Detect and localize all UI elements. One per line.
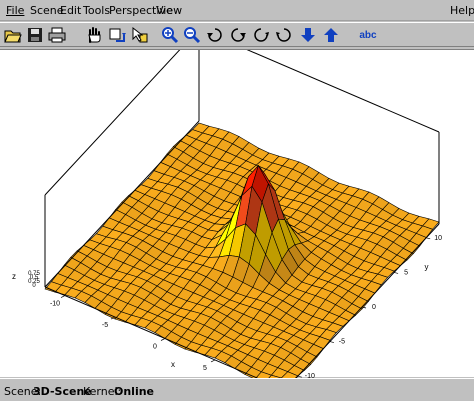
menu-tools[interactable]: Tools: [83, 4, 110, 17]
x-tick-label: 5: [203, 365, 207, 372]
rotate-scene-button[interactable]: [107, 25, 127, 45]
menu-file[interactable]: File: [6, 4, 24, 17]
zoom-in-button[interactable]: [160, 25, 180, 45]
print-button[interactable]: [47, 25, 67, 45]
menu-bar: File Scene Edit Tools Perspective View H…: [0, 0, 474, 21]
open-button[interactable]: [3, 25, 23, 45]
rotate-scene-icon: [109, 28, 126, 42]
z-axis-label: z: [12, 272, 16, 281]
save-button[interactable]: [25, 25, 45, 45]
y-tick-label: 5: [404, 269, 408, 276]
x-axis-label: x: [171, 360, 175, 369]
zoom-out-icon: [184, 27, 201, 44]
print-icon: [48, 27, 66, 43]
x-tick-label: -10: [50, 301, 60, 308]
rotate-right-button[interactable]: [228, 25, 248, 45]
pan-button[interactable]: [84, 25, 104, 45]
rotate-left-icon: [207, 28, 222, 42]
tilt-back-button[interactable]: [251, 25, 271, 45]
kernel-status-value: Online: [114, 385, 155, 398]
move-up-icon: [324, 28, 338, 42]
tilt-forward-button[interactable]: [274, 25, 294, 45]
menu-scene[interactable]: Scene: [30, 4, 64, 17]
menu-help-label: Help: [450, 4, 474, 17]
menu-edit-label: Edit: [60, 4, 82, 17]
rotate-left-button[interactable]: [205, 25, 225, 45]
menu-scene-label: Scene: [30, 4, 64, 17]
x-tick-label: -5: [102, 322, 108, 329]
menu-tools-label: Tools: [83, 4, 111, 17]
text-label-icon: abc: [359, 29, 377, 41]
tilt-forward-icon: [276, 28, 291, 42]
move-down-icon: [301, 28, 315, 42]
x-tick-mark: [210, 359, 216, 363]
tilt-back-icon: [254, 28, 269, 42]
x-tick-label: 0: [153, 344, 157, 351]
menu-edit[interactable]: Edit: [60, 4, 81, 17]
zoom-out-button[interactable]: [182, 25, 202, 45]
surface-plot: -10-50510x1050-5-10y0.750.50.250z: [12, 50, 442, 378]
text-label-button[interactable]: abc: [355, 25, 381, 45]
zoom-in-icon: [162, 27, 179, 44]
y-tick-mark: [329, 341, 335, 343]
menu-file-label: File: [6, 4, 25, 17]
save-disk-icon: [28, 28, 42, 42]
app-window: File Scene Edit Tools Perspective View H…: [0, 0, 474, 401]
rotate-right-icon: [231, 28, 246, 42]
menu-view[interactable]: View: [156, 4, 182, 17]
move-up-button[interactable]: [321, 25, 341, 45]
x-tick-mark: [160, 338, 166, 341]
select-button[interactable]: [130, 25, 150, 45]
y-tick-label: 10: [434, 235, 442, 242]
toolbar: abc: [0, 22, 474, 47]
surface-mesh: [44, 122, 440, 378]
move-down-button[interactable]: [298, 25, 318, 45]
y-tick-label: 0: [372, 304, 376, 311]
y-tick-label: -5: [339, 339, 345, 346]
y-axis-label: y: [425, 263, 429, 272]
open-folder-icon: [4, 30, 22, 43]
x-tick-mark: [60, 295, 66, 298]
hand-pan-icon: [88, 27, 101, 43]
status-bar: Scene: 3D-Scene Kernel: Online: [0, 378, 474, 401]
menu-help[interactable]: Help: [450, 4, 474, 17]
select-arrow-icon: [132, 26, 148, 43]
y-tick-mark: [393, 272, 399, 274]
menu-view-label: View: [156, 4, 183, 17]
plot-canvas[interactable]: -10-50510x1050-5-10y0.750.50.250z: [0, 49, 474, 378]
y-tick-mark: [426, 237, 431, 240]
